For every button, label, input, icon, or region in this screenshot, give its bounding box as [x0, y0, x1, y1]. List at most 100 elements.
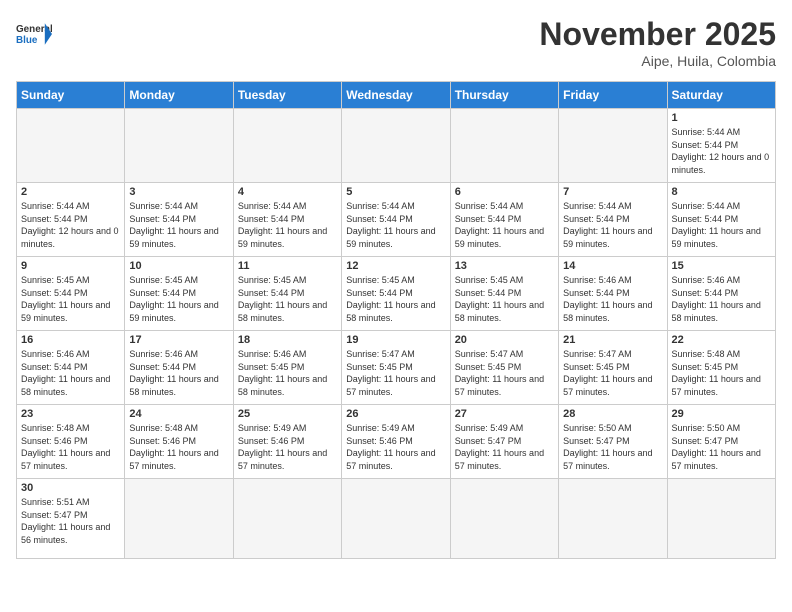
- weekday-tuesday: Tuesday: [233, 82, 341, 109]
- day-info: Sunrise: 5:45 AMSunset: 5:44 PMDaylight:…: [238, 274, 337, 324]
- logo: General Blue: [16, 16, 52, 52]
- day-number: 23: [21, 408, 120, 420]
- day-number: 15: [672, 260, 771, 272]
- day-info: Sunrise: 5:51 AMSunset: 5:47 PMDaylight:…: [21, 496, 120, 546]
- calendar-cell: 15 Sunrise: 5:46 AMSunset: 5:44 PMDayligh…: [667, 257, 775, 331]
- day-info: Sunrise: 5:44 AMSunset: 5:44 PMDaylight:…: [672, 200, 771, 250]
- day-info: Sunrise: 5:46 AMSunset: 5:44 PMDaylight:…: [21, 348, 120, 398]
- calendar-cell: 7Sunrise: 5:44 AMSunset: 5:44 PMDaylight…: [559, 183, 667, 257]
- calendar-cell: 13Sunrise: 5:45 AMSunset: 5:44 PMDayligh…: [450, 257, 558, 331]
- day-info: Sunrise: 5:49 AMSunset: 5:47 PMDaylight:…: [455, 422, 554, 472]
- day-number: 21: [563, 334, 662, 346]
- calendar-cell: [342, 479, 450, 559]
- calendar-cell: 3Sunrise: 5:44 AMSunset: 5:44 PMDaylight…: [125, 183, 233, 257]
- calendar-cell: [342, 109, 450, 183]
- day-info: Sunrise: 5:47 AMSunset: 5:45 PMDaylight:…: [455, 348, 554, 398]
- calendar-cell: [559, 479, 667, 559]
- calendar-cell: 5Sunrise: 5:44 AMSunset: 5:44 PMDaylight…: [342, 183, 450, 257]
- day-info: Sunrise: 5:48 AMSunset: 5:46 PMDaylight:…: [21, 422, 120, 472]
- calendar-cell: [233, 479, 341, 559]
- calendar-row: 23 Sunrise: 5:48 AMSunset: 5:46 PMDayligh…: [17, 405, 776, 479]
- day-info: Sunrise: 5:44 AMSunset: 5:44 PMDaylight:…: [563, 200, 662, 250]
- svg-text:Blue: Blue: [16, 35, 38, 46]
- day-info: Sunrise: 5:44 AMSunset: 5:44 PMDaylight:…: [346, 200, 445, 250]
- day-number: 22: [672, 334, 771, 346]
- day-info: Sunrise: 5:46 AMSunset: 5:45 PMDaylight:…: [238, 348, 337, 398]
- calendar-cell: 24 Sunrise: 5:48 AMSunset: 5:46 PMDayligh…: [125, 405, 233, 479]
- calendar-row: 9 Sunrise: 5:45 AMSunset: 5:44 PMDaylight…: [17, 257, 776, 331]
- day-number: 27: [455, 408, 554, 420]
- day-info: Sunrise: 5:44 AMSunset: 5:44 PMDaylight:…: [672, 126, 771, 176]
- calendar-row: 2 Sunrise: 5:44 AMSunset: 5:44 PMDaylight…: [17, 183, 776, 257]
- calendar-cell: 18Sunrise: 5:46 AMSunset: 5:45 PMDayligh…: [233, 331, 341, 405]
- calendar-row: 16 Sunrise: 5:46 AMSunset: 5:44 PMDayligh…: [17, 331, 776, 405]
- weekday-friday: Friday: [559, 82, 667, 109]
- calendar-cell: 25 Sunrise: 5:49 AMSunset: 5:46 PMDayligh…: [233, 405, 341, 479]
- calendar-cell: [17, 109, 125, 183]
- calendar-cell: 14Sunrise: 5:46 AMSunset: 5:44 PMDayligh…: [559, 257, 667, 331]
- calendar-cell: 20 Sunrise: 5:47 AMSunset: 5:45 PMDayligh…: [450, 331, 558, 405]
- weekday-monday: Monday: [125, 82, 233, 109]
- calendar-cell: [125, 479, 233, 559]
- day-info: Sunrise: 5:48 AMSunset: 5:46 PMDaylight:…: [129, 422, 228, 472]
- calendar-cell: 10Sunrise: 5:45 AMSunset: 5:44 PMDayligh…: [125, 257, 233, 331]
- day-number: 14: [563, 260, 662, 272]
- day-number: 17: [129, 334, 228, 346]
- title-block: November 2025 Aipe, Huila, Colombia: [539, 16, 776, 69]
- day-info: Sunrise: 5:46 AMSunset: 5:44 PMDaylight:…: [672, 274, 771, 324]
- calendar-cell: 9Sunrise: 5:45 AMSunset: 5:44 PMDaylight…: [17, 257, 125, 331]
- calendar-row: 1 Sunrise: 5:44 AMSunset: 5:44 PMDaylight…: [17, 109, 776, 183]
- day-number: 13: [455, 260, 554, 272]
- day-number: 10: [129, 260, 228, 272]
- day-info: Sunrise: 5:50 AMSunset: 5:47 PMDaylight:…: [563, 422, 662, 472]
- day-number: 30: [21, 482, 120, 494]
- calendar-cell: [450, 109, 558, 183]
- day-number: 8: [672, 186, 771, 198]
- logo-icon: General Blue: [16, 16, 52, 52]
- day-info: Sunrise: 5:49 AMSunset: 5:46 PMDaylight:…: [238, 422, 337, 472]
- day-number: 28: [563, 408, 662, 420]
- calendar-cell: 30 Sunrise: 5:51 AMSunset: 5:47 PMDayligh…: [17, 479, 125, 559]
- calendar-cell: [125, 109, 233, 183]
- day-info: Sunrise: 5:47 AMSunset: 5:45 PMDaylight:…: [346, 348, 445, 398]
- location: Aipe, Huila, Colombia: [539, 53, 776, 69]
- day-info: Sunrise: 5:45 AMSunset: 5:44 PMDaylight:…: [346, 274, 445, 324]
- calendar-cell: 8 Sunrise: 5:44 AMSunset: 5:44 PMDaylight…: [667, 183, 775, 257]
- day-info: Sunrise: 5:44 AMSunset: 5:44 PMDaylight:…: [129, 200, 228, 250]
- day-number: 4: [238, 186, 337, 198]
- calendar-cell: [559, 109, 667, 183]
- calendar-cell: 11Sunrise: 5:45 AMSunset: 5:44 PMDayligh…: [233, 257, 341, 331]
- day-number: 9: [21, 260, 120, 272]
- weekday-sunday: Sunday: [17, 82, 125, 109]
- day-number: 6: [455, 186, 554, 198]
- month-title: November 2025: [539, 16, 776, 53]
- day-info: Sunrise: 5:50 AMSunset: 5:47 PMDaylight:…: [672, 422, 771, 472]
- weekday-saturday: Saturday: [667, 82, 775, 109]
- calendar-cell: 16 Sunrise: 5:46 AMSunset: 5:44 PMDayligh…: [17, 331, 125, 405]
- calendar-cell: 28 Sunrise: 5:50 AMSunset: 5:47 PMDayligh…: [559, 405, 667, 479]
- day-info: Sunrise: 5:44 AMSunset: 5:44 PMDaylight:…: [238, 200, 337, 250]
- day-number: 20: [455, 334, 554, 346]
- day-number: 19: [346, 334, 445, 346]
- calendar-cell: 12 Sunrise: 5:45 AMSunset: 5:44 PMDayligh…: [342, 257, 450, 331]
- calendar-cell: 29Sunrise: 5:50 AMSunset: 5:47 PMDayligh…: [667, 405, 775, 479]
- calendar-cell: 27 Sunrise: 5:49 AMSunset: 5:47 PMDayligh…: [450, 405, 558, 479]
- day-info: Sunrise: 5:44 AMSunset: 5:44 PMDaylight:…: [455, 200, 554, 250]
- weekday-header-row: SundayMondayTuesdayWednesdayThursdayFrid…: [17, 82, 776, 109]
- calendar-cell: 17 Sunrise: 5:46 AMSunset: 5:44 PMDayligh…: [125, 331, 233, 405]
- calendar-cell: [450, 479, 558, 559]
- day-number: 16: [21, 334, 120, 346]
- day-number: 24: [129, 408, 228, 420]
- calendar-row: 30 Sunrise: 5:51 AMSunset: 5:47 PMDayligh…: [17, 479, 776, 559]
- day-number: 12: [346, 260, 445, 272]
- day-info: Sunrise: 5:48 AMSunset: 5:45 PMDaylight:…: [672, 348, 771, 398]
- calendar-table: SundayMondayTuesdayWednesdayThursdayFrid…: [16, 81, 776, 559]
- day-info: Sunrise: 5:46 AMSunset: 5:44 PMDaylight:…: [129, 348, 228, 398]
- calendar-cell: 4 Sunrise: 5:44 AMSunset: 5:44 PMDaylight…: [233, 183, 341, 257]
- day-info: Sunrise: 5:44 AMSunset: 5:44 PMDaylight:…: [21, 200, 120, 250]
- day-number: 1: [672, 112, 771, 124]
- day-info: Sunrise: 5:47 AMSunset: 5:45 PMDaylight:…: [563, 348, 662, 398]
- calendar-cell: 26Sunrise: 5:49 AMSunset: 5:46 PMDayligh…: [342, 405, 450, 479]
- day-number: 25: [238, 408, 337, 420]
- day-number: 2: [21, 186, 120, 198]
